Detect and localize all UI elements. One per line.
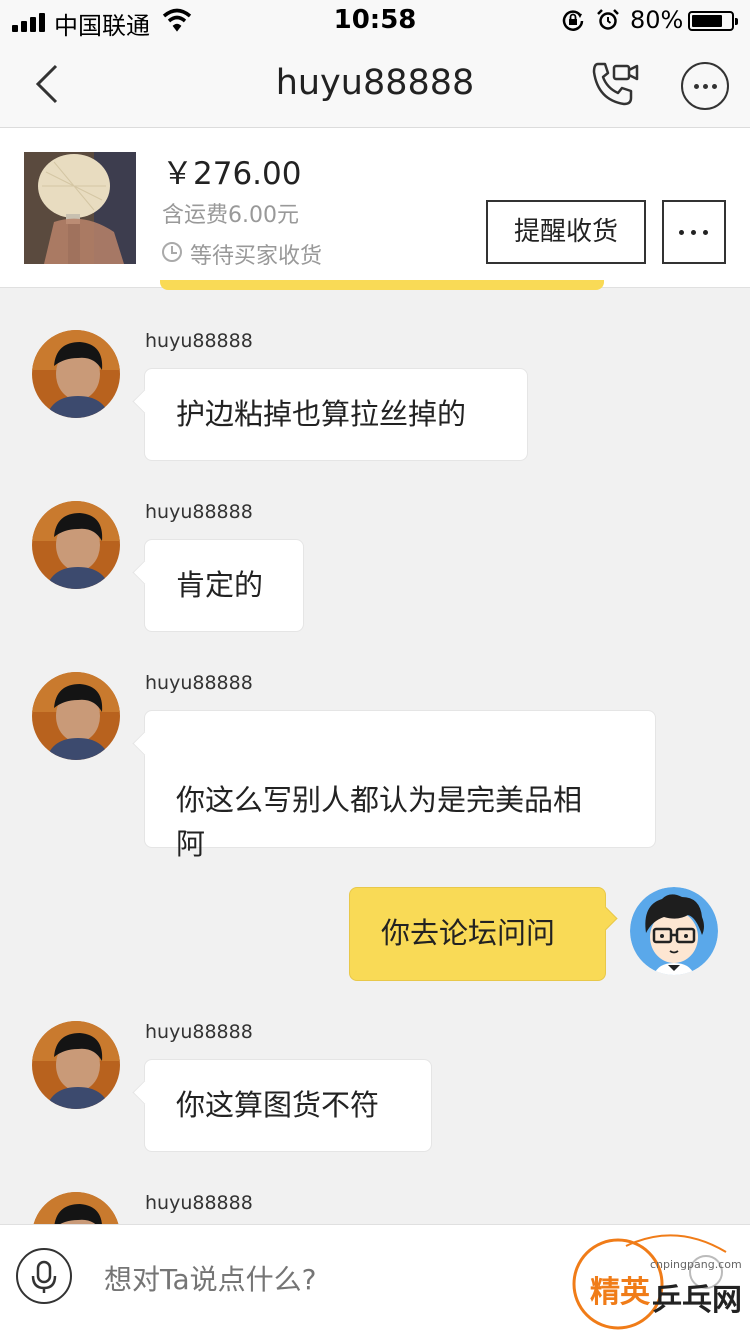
site-watermark-logo: cnpingpang.com 精英 乒乓网 [572,1234,742,1330]
paddle-image [24,152,136,264]
watermark-brand-top: 精英 [590,1275,651,1310]
sender-name: huyu88888 [145,1021,253,1043]
contact-avatar[interactable] [32,672,120,760]
alarm-icon [597,9,619,30]
message-bubble[interactable]: 你这么写别人都认为是完美品相 阿 [144,710,656,861]
contact-avatar[interactable] [32,330,120,418]
cartoon-avatar-icon [630,887,718,975]
microphone-icon [31,1260,57,1293]
self-avatar[interactable] [630,887,718,975]
more-options-button[interactable] [681,62,729,110]
watermark-brand-bottom: 乒乓网 [652,1283,742,1318]
status-bar: 中国联通 10:58 80% [0,0,750,40]
sender-name: huyu88888 [145,1192,253,1214]
sender-name: huyu88888 [145,330,253,352]
contact-photo [32,501,120,589]
message-bubble[interactable]: 你这算图货不符 [144,1059,432,1152]
message-text: 肯定的 [176,568,264,602]
phone-video-icon[interactable] [590,60,640,108]
message-bubble[interactable]: 肯定的 [144,539,304,632]
watermark-url: cnpingpang.com [650,1258,742,1271]
message-text: 你去论坛问问 [381,916,556,950]
battery-icon [688,11,738,31]
message-text: 护边粘掉也算拉丝掉的 [176,397,467,431]
orientation-lock-icon [562,10,584,31]
voice-input-button[interactable] [16,1248,72,1304]
message-text: 你这算图货不符 [176,1088,380,1122]
contact-photo [32,672,120,760]
contact-avatar[interactable] [32,501,120,589]
message-text: 你这么写别人都认为是完美品相 阿 [176,783,583,861]
sender-name: huyu88888 [145,501,253,523]
battery-percent: 80% [630,6,684,34]
product-thumbnail[interactable] [24,152,136,264]
chat-header: huyu88888 [0,40,750,128]
message-input[interactable] [104,1257,564,1301]
sender-name: huyu88888 [145,672,253,694]
message-bubble-self[interactable]: 你去论坛问问 [349,887,606,981]
battery-fill [692,15,722,27]
contact-photo [32,330,120,418]
product-price: ￥276.00 [162,156,302,192]
clock-icon [162,242,182,262]
order-status: 等待买家收货 [190,244,323,269]
shipping-fee: 含运费6.00元 [162,203,299,228]
order-more-button[interactable] [662,200,726,264]
contact-avatar[interactable] [32,1021,120,1109]
message-bubble[interactable]: 护边粘掉也算拉丝掉的 [144,368,528,461]
contact-photo [32,1021,120,1109]
order-summary: ￥276.00 含运费6.00元 等待买家收货 提醒收货 [0,128,750,288]
remind-receipt-button[interactable]: 提醒收货 [486,200,646,264]
previous-message-bubble [160,280,604,290]
